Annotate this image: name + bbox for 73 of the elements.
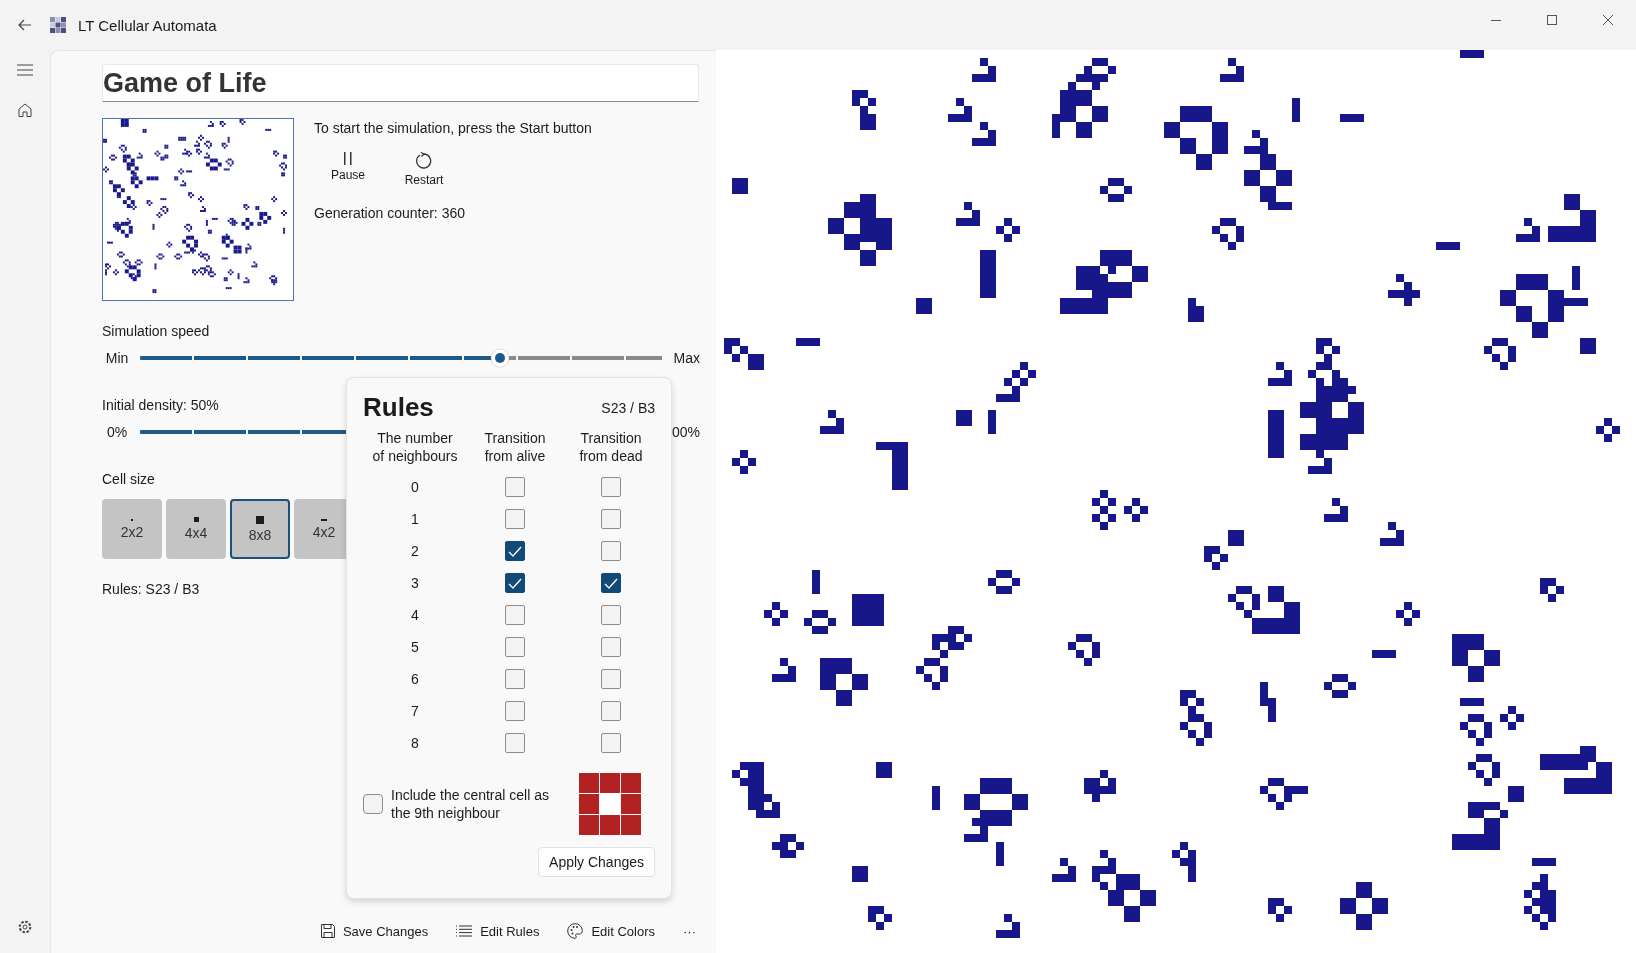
checkbox[interactable] — [505, 541, 525, 561]
close-icon — [1603, 15, 1613, 25]
command-button[interactable]: Edit Rules — [452, 919, 544, 943]
checkbox[interactable] — [505, 669, 525, 689]
checkbox[interactable] — [601, 701, 621, 721]
neighbour-count: 2 — [411, 543, 419, 559]
density-label: Initial density: 50% — [102, 397, 219, 413]
checkbox[interactable] — [363, 794, 383, 814]
window-title: LT Cellular Automata — [78, 16, 217, 34]
column-header: Transition from dead — [578, 429, 644, 465]
column-header: Transition from alive — [483, 429, 547, 465]
checkbox[interactable] — [505, 509, 525, 529]
menu-icon — [17, 64, 33, 76]
home-icon — [18, 103, 32, 117]
checkbox[interactable] — [505, 733, 525, 753]
checkbox[interactable] — [601, 605, 621, 625]
neighbour-count: 0 — [411, 479, 419, 495]
neighbour-count: 6 — [411, 671, 419, 687]
apply-changes-button[interactable]: Apply Changes — [538, 847, 655, 877]
restart-icon — [415, 152, 433, 170]
command-button[interactable]: Edit Colors — [563, 919, 659, 943]
restart-button[interactable]: Restart — [390, 152, 458, 187]
cell-size-button[interactable]: 4x4 — [166, 499, 226, 559]
checkbox[interactable] — [505, 477, 525, 497]
back-icon — [18, 19, 32, 31]
slider-min-label: Min — [104, 350, 130, 366]
rules-summary: Rules: S23 / B3 — [102, 581, 200, 597]
checkbox[interactable] — [505, 605, 525, 625]
speed-label: Simulation speed — [102, 323, 210, 339]
neighbour-count: 7 — [411, 703, 419, 719]
hint-text: To start the simulation, press the Start button — [314, 120, 592, 136]
neighbour-count: 3 — [411, 575, 419, 591]
checkbox[interactable] — [601, 573, 621, 593]
checkbox[interactable] — [601, 669, 621, 689]
checkbox[interactable] — [505, 637, 525, 657]
slider-max-label: Max — [672, 350, 700, 366]
cell-size-button[interactable]: 8x8 — [230, 499, 290, 559]
popup-title: Rules — [363, 392, 434, 423]
more-button[interactable]: ··· — [679, 919, 700, 943]
title-field[interactable]: Game of Life — [102, 64, 699, 102]
checkbox[interactable] — [601, 637, 621, 657]
rules-notation: S23 / B3 — [601, 400, 655, 416]
slider-max-label: 00% — [670, 424, 700, 440]
pause-icon — [343, 152, 353, 165]
pause-button[interactable]: Pause — [314, 152, 382, 187]
checkbox[interactable] — [601, 477, 621, 497]
column-header: The number of neighbours — [371, 429, 459, 465]
settings-icon — [18, 920, 32, 934]
list-icon — [456, 925, 473, 937]
neighbour-count: 1 — [411, 511, 419, 527]
checkbox[interactable] — [601, 541, 621, 561]
checkbox[interactable] — [601, 733, 621, 753]
cell-size-icon — [193, 517, 199, 522]
maximize-icon — [1547, 15, 1557, 25]
slider-min-label: 0% — [105, 424, 129, 440]
slider-thumb[interactable] — [491, 349, 510, 367]
minimize-icon — [1491, 19, 1501, 21]
checkbox[interactable] — [505, 701, 525, 721]
app-icon — [50, 17, 66, 33]
checkbox[interactable] — [505, 573, 525, 593]
neighbour-count: 4 — [411, 607, 419, 623]
neighbour-count: 8 — [411, 735, 419, 751]
cell-size-icon — [321, 518, 327, 521]
cell-size-button[interactable]: 2x2 — [102, 499, 162, 559]
checkbox-label: Include the central cell as the 9th neighbour — [391, 786, 550, 822]
command-button[interactable]: Save Changes — [316, 919, 433, 943]
generation-counter: Generation counter: 360 — [314, 205, 466, 221]
palette-icon — [567, 923, 584, 939]
neighbour-count: 5 — [411, 639, 419, 655]
checkbox[interactable] — [601, 509, 621, 529]
save-icon — [320, 924, 335, 938]
cell-size-icon — [256, 515, 264, 524]
cell-size-label: Cell size — [102, 471, 155, 487]
